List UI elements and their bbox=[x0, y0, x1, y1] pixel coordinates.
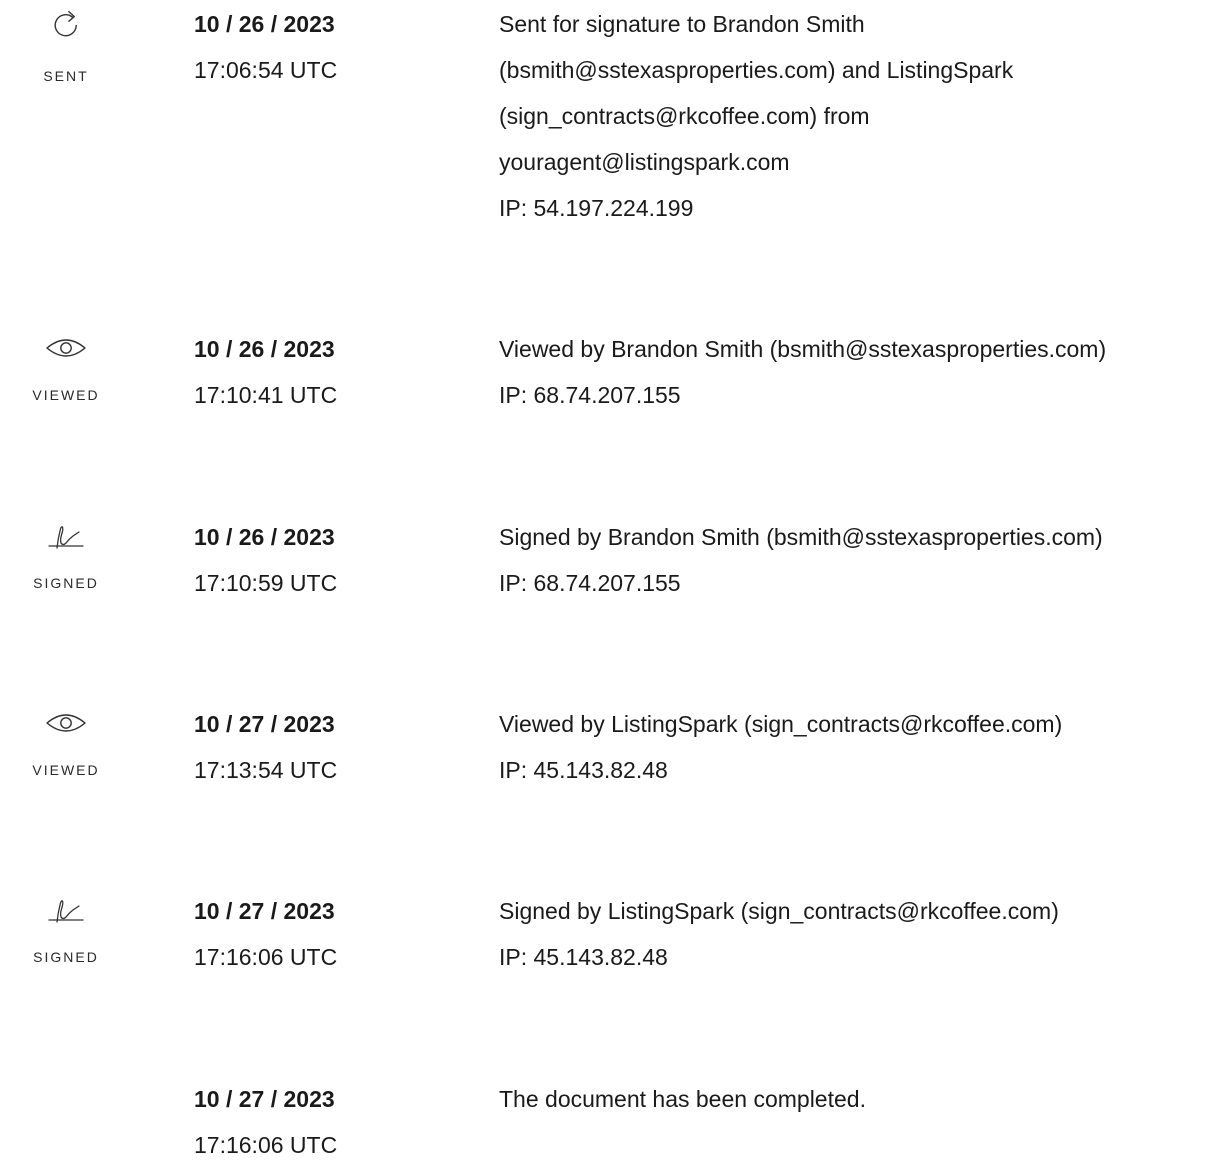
status-label: SENT bbox=[43, 68, 89, 84]
eye-icon bbox=[44, 707, 88, 739]
event-time: 17:10:41 UTC bbox=[194, 382, 338, 408]
description-line: Viewed by Brandon Smith (bsmith@sstexasp… bbox=[499, 336, 1107, 362]
event-date: 10 / 26 / 2023 bbox=[194, 11, 335, 37]
event-description: Signed by ListingSpark (sign_contracts@r… bbox=[499, 888, 1209, 980]
description-line: IP: 68.74.207.155 bbox=[499, 382, 681, 408]
description-line: (bsmith@sstexasproperties.com) and Listi… bbox=[499, 57, 1014, 83]
event-description: Sent for signature to Brandon Smith (bsm… bbox=[499, 1, 1209, 231]
description-line: Signed by Brandon Smith (bsmith@sstexasp… bbox=[499, 524, 1103, 550]
event-time: 17:10:59 UTC bbox=[194, 570, 338, 596]
send-arrow-icon bbox=[44, 8, 88, 40]
event-description: Viewed by ListingSpark (sign_contracts@r… bbox=[499, 701, 1209, 793]
event-date: 10 / 27 / 2023 bbox=[194, 898, 335, 924]
description-line: (sign_contracts@rkcoffee.com) from bbox=[499, 103, 870, 129]
event-description: Signed by Brandon Smith (bsmith@sstexasp… bbox=[499, 514, 1209, 606]
event-date: 10 / 26 / 2023 bbox=[194, 336, 335, 362]
status-label: SIGNED bbox=[33, 575, 99, 591]
status-label: VIEWED bbox=[32, 387, 100, 403]
description-line: Sent for signature to Brandon Smith bbox=[499, 11, 865, 37]
status-label: SIGNED bbox=[33, 949, 99, 965]
event-date: 10 / 26 / 2023 bbox=[194, 524, 335, 550]
description-line: youragent@listingspark.com bbox=[499, 149, 790, 175]
event-time: 17:13:54 UTC bbox=[194, 757, 338, 783]
description-line: Viewed by ListingSpark (sign_contracts@r… bbox=[499, 711, 1063, 737]
event-date: 10 / 27 / 2023 bbox=[194, 1086, 335, 1112]
event-time: 17:16:06 UTC bbox=[194, 944, 338, 970]
eye-icon bbox=[44, 332, 88, 364]
description-line: IP: 45.143.82.48 bbox=[499, 757, 668, 783]
description-line: IP: 54.197.224.199 bbox=[499, 195, 694, 221]
event-description: The document has been completed. bbox=[499, 1076, 1209, 1122]
event-date: 10 / 27 / 2023 bbox=[194, 711, 335, 737]
description-line: Signed by ListingSpark (sign_contracts@r… bbox=[499, 898, 1059, 924]
description-line: IP: 45.143.82.48 bbox=[499, 944, 668, 970]
signature-icon bbox=[44, 519, 88, 551]
status-label: VIEWED bbox=[32, 762, 100, 778]
description-line: The document has been completed. bbox=[499, 1086, 866, 1112]
description-line: IP: 68.74.207.155 bbox=[499, 570, 681, 596]
signature-icon bbox=[44, 893, 88, 925]
event-time: 17:16:06 UTC bbox=[194, 1132, 338, 1158]
event-description: Viewed by Brandon Smith (bsmith@sstexasp… bbox=[499, 326, 1209, 418]
event-time: 17:06:54 UTC bbox=[194, 57, 338, 83]
